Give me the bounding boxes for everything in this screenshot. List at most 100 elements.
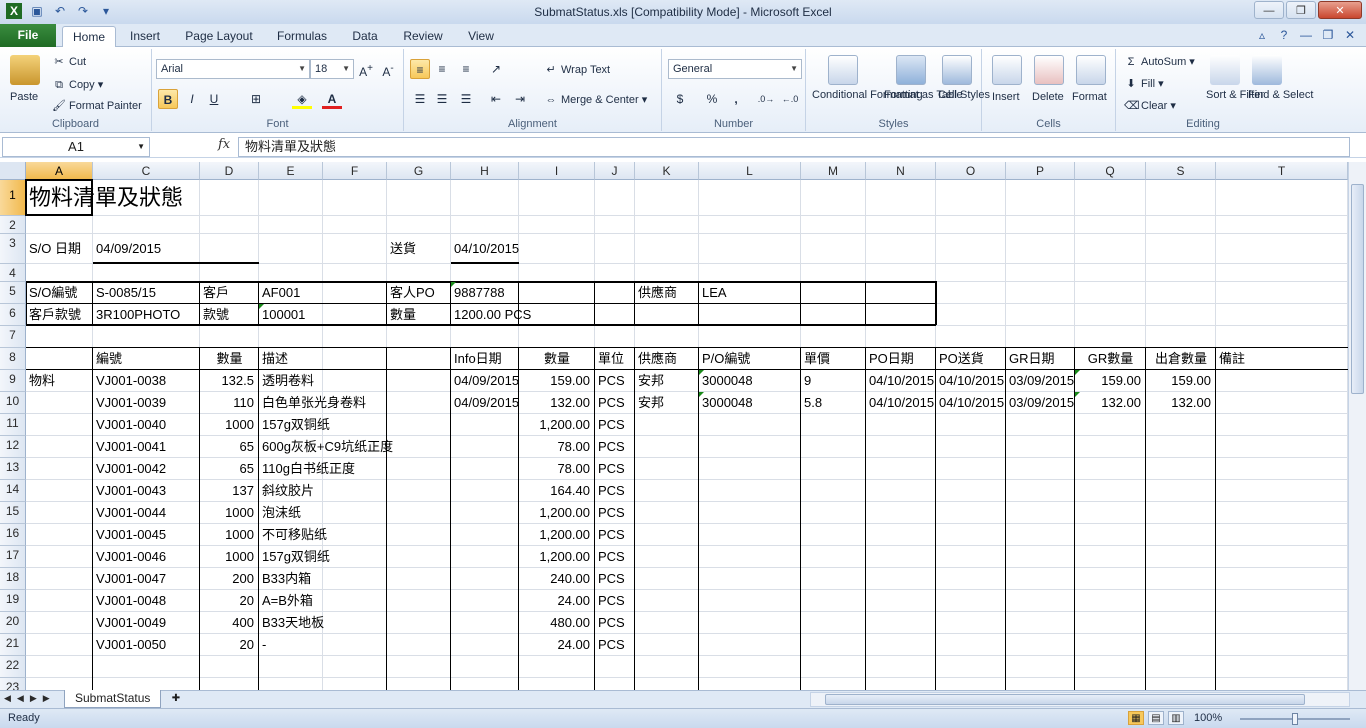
column-header-a[interactable]: A [26,162,93,180]
help-icon[interactable]: ? [1276,27,1292,43]
sheet-tab-submatstatus[interactable]: SubmatStatus [64,690,162,708]
customer-value[interactable]: AF001 [262,283,300,303]
column-header-i[interactable]: I [519,162,595,180]
fill-color-icon[interactable]: ◈ [292,89,312,109]
horizontal-scrollbar[interactable] [810,692,1350,707]
customer-style-label[interactable]: 客戶款號 [29,305,81,325]
item-code[interactable]: VJ001-0041 [96,437,166,457]
minimize-ribbon-icon[interactable]: ▵ [1254,27,1270,43]
item-code[interactable]: VJ001-0040 [96,415,166,435]
item-unit[interactable]: PCS [598,503,625,523]
column-header-n[interactable]: N [866,162,936,180]
increase-decimal-icon[interactable]: .0→ [756,89,776,109]
item-qty[interactable]: 200 [200,569,254,589]
table-header[interactable]: 備註 [1219,349,1245,369]
item-info-date[interactable]: 04/09/2015 [454,393,519,413]
delivery-label[interactable]: 送貨 [390,239,416,259]
row-header-7[interactable]: 7 [0,326,26,348]
item-code[interactable]: VJ001-0045 [96,525,166,545]
align-middle-icon[interactable]: ≡ [432,59,452,79]
item-unit[interactable]: PCS [598,613,625,633]
vertical-scrollbar[interactable] [1348,162,1366,690]
row-header-23[interactable]: 23 [0,678,26,690]
item-description[interactable]: 110g白书纸正度 [262,459,355,479]
page-layout-view-icon[interactable]: ▤ [1148,711,1164,725]
column-header-p[interactable]: P [1006,162,1075,180]
grow-font-icon[interactable]: A+ [356,59,376,79]
normal-view-icon[interactable]: ▦ [1128,711,1144,725]
format-cells-icon[interactable] [1076,55,1106,85]
item-description[interactable]: 白色单张光身卷料 [262,393,366,413]
column-header-t[interactable]: T [1216,162,1348,180]
workbook-minimize-icon[interactable]: — [1298,27,1314,43]
item-code[interactable]: VJ001-0048 [96,591,166,611]
item-unit[interactable]: PCS [598,371,625,391]
cell-styles-icon[interactable] [942,55,972,85]
item-supplier[interactable]: 安邦 [638,371,664,391]
customer-po-label[interactable]: 客人PO [390,283,435,303]
item-description[interactable]: 157g双铜纸 [262,547,330,567]
format-as-table-icon[interactable] [896,55,926,85]
item-qty[interactable]: 65 [200,459,254,479]
customer-label[interactable]: 客戶 [203,283,229,303]
paste-button[interactable]: Paste [10,91,38,103]
merge-center-button[interactable]: ⇔ Merge & Center ▾ [544,93,648,107]
number-format-combo[interactable]: General ▼ [668,59,802,79]
formula-input[interactable]: 物料清單及狀態 [238,137,1350,157]
workbook-close-icon[interactable]: ✕ [1342,27,1358,43]
row-header-2[interactable]: 2 [0,216,26,234]
customer-style-value[interactable]: 3R100PHOTO [96,305,180,325]
column-header-h[interactable]: H [451,162,519,180]
item-qty[interactable]: 400 [200,613,254,633]
style-label[interactable]: 款號 [203,305,229,325]
autosum-button[interactable]: Σ AutoSum ▾ [1124,55,1195,69]
font-size-combo[interactable]: 18 ▼ [310,59,354,79]
delete-cells-button[interactable]: Delete [1032,91,1064,103]
decrease-decimal-icon[interactable]: ←.0 [780,89,800,109]
align-left-icon[interactable]: ☰ [410,89,430,109]
row-header-5[interactable]: 5 [0,282,26,304]
zoom-level[interactable]: 100% [1194,712,1222,724]
row-header-11[interactable]: 11 [0,414,26,436]
item-unit[interactable]: PCS [598,481,625,501]
item-unit[interactable]: PCS [598,635,625,655]
delivery-date-value[interactable]: 04/10/2015 [454,239,519,259]
table-header[interactable]: 描述 [262,349,288,369]
item-amount[interactable]: 1,200.00 [519,547,590,567]
format-cells-button[interactable]: Format [1072,91,1107,103]
insert-cells-button[interactable]: Insert [992,91,1020,103]
row-header-6[interactable]: 6 [0,304,26,326]
row-header-16[interactable]: 16 [0,524,26,546]
item-description[interactable]: 600g灰板+C9坑纸正度 [262,437,393,457]
align-bottom-icon[interactable]: ≡ [456,59,476,79]
row-header-17[interactable]: 17 [0,546,26,568]
comma-button[interactable]: , [726,89,746,109]
item-description[interactable]: 透明卷料 [262,371,314,391]
row-header-15[interactable]: 15 [0,502,26,524]
tab-insert[interactable]: Insert [122,26,168,47]
item-amount[interactable]: 1,200.00 [519,525,590,545]
minimize-icon[interactable]: — [1254,1,1284,19]
column-header-c[interactable]: C [93,162,200,180]
category-label[interactable]: 物料 [29,371,55,391]
item-code[interactable]: VJ001-0049 [96,613,166,633]
font-color-icon[interactable]: A [322,89,342,109]
insert-function-icon[interactable]: fx [218,137,230,152]
delete-cells-icon[interactable] [1034,55,1064,85]
insert-sheet-icon[interactable]: ✚ [168,692,184,706]
so-date-label[interactable]: S/O 日期 [29,239,81,259]
supplier-value[interactable]: LEA [702,283,727,303]
customer-po-value[interactable]: 9887788 [454,283,505,303]
find-select-button[interactable]: Find & Select [1248,89,1313,101]
row-header-18[interactable]: 18 [0,568,26,590]
item-po-date[interactable]: 04/10/2015 [869,393,934,413]
horizontal-scroll-thumb[interactable] [825,694,1305,705]
percent-button[interactable]: % [702,89,722,109]
item-po-date[interactable]: 04/10/2015 [869,371,934,391]
sheet-nav-arrows-icon[interactable]: ◀◀▶▶ [4,693,56,704]
table-header[interactable]: 數量 [200,349,259,369]
page-break-view-icon[interactable]: ▥ [1168,711,1184,725]
table-header[interactable]: GR日期 [1009,349,1055,369]
item-supplier[interactable]: 安邦 [638,393,664,413]
item-out-qty[interactable]: 132.00 [1146,393,1211,413]
